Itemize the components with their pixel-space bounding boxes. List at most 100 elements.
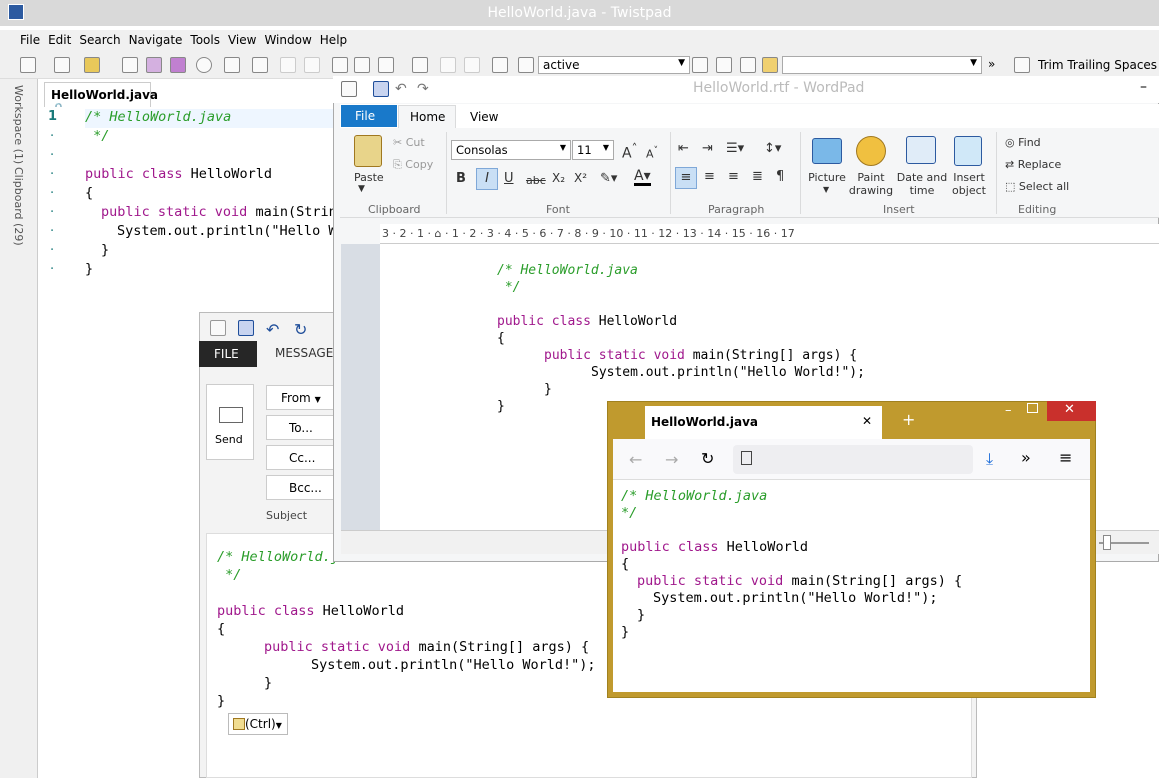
save-icon[interactable]	[373, 81, 389, 97]
font-family-select[interactable]: Consolas ▼	[451, 140, 571, 160]
save-as-icon[interactable]	[146, 57, 162, 73]
shrink-font-icon[interactable]: A˅	[646, 144, 658, 161]
close-window-button[interactable]: ✕	[1047, 401, 1096, 421]
paint-palette-icon[interactable]	[856, 136, 886, 166]
cut-icon[interactable]	[332, 57, 348, 73]
menu-navigate[interactable]: Navigate	[125, 30, 187, 47]
undo-icon[interactable]: ↶	[395, 81, 411, 97]
to-button[interactable]: To...	[266, 415, 334, 440]
new-file-icon[interactable]	[20, 57, 36, 73]
cc-button[interactable]: Cc...	[266, 445, 334, 470]
font-color-icon[interactable]: A▾	[634, 169, 651, 186]
bold-icon[interactable]: B	[456, 172, 466, 185]
font-size-select[interactable]: 11 ▼	[572, 140, 614, 160]
highlight-icon[interactable]	[762, 57, 778, 73]
highlight-color-icon[interactable]: ✎▾	[600, 172, 617, 185]
justify-icon[interactable]: ≣	[752, 170, 763, 183]
replace-button[interactable]: ⇄ Replace	[1005, 158, 1061, 171]
send-button[interactable]: Send	[206, 384, 254, 460]
address-bar[interactable]	[733, 445, 973, 474]
search-combo[interactable]: active ▼	[538, 56, 690, 74]
cut-button[interactable]: ✂ Cut	[393, 136, 425, 149]
align-center-icon[interactable]: ≡	[704, 170, 715, 183]
redo-icon[interactable]: ↻	[294, 320, 310, 339]
redo-icon[interactable]: ↷	[417, 81, 433, 97]
outdent-icon[interactable]	[464, 57, 480, 73]
wordpad-ruler[interactable]: 3 · 2 · 1 · ⌂ · 1 · 2 · 3 · 4 · 5 · 6 · …	[380, 224, 1159, 244]
new-tab-button[interactable]: +	[902, 410, 915, 429]
find-button[interactable]: ◎ Find	[1005, 136, 1041, 149]
mark-icon[interactable]	[740, 57, 756, 73]
wordpad-home-tab[interactable]: Home	[398, 105, 456, 128]
reload-icon[interactable]: ↻	[701, 449, 714, 468]
underline-icon[interactable]: U	[504, 172, 514, 185]
notes-icon[interactable]	[54, 57, 70, 73]
menu-window[interactable]: Window	[260, 30, 315, 47]
italic-icon[interactable]: I	[476, 168, 498, 190]
browser-tab[interactable]: HelloWorld.java ✕	[645, 406, 882, 439]
undo-icon[interactable]	[280, 57, 296, 73]
paint-drawing-label[interactable]: Paint drawing	[848, 171, 894, 197]
chevron-down-icon[interactable]: ▼	[823, 183, 829, 196]
trim-trailing-spaces-button[interactable]: Trim Trailing Spaces	[1038, 58, 1157, 72]
calendar-clock-icon[interactable]	[906, 136, 936, 164]
second-combo[interactable]: ▼	[782, 56, 982, 74]
spellcheck-icon[interactable]	[252, 57, 268, 73]
paste-icon[interactable]	[378, 57, 394, 73]
select-all-button[interactable]: ⬚ Select all	[1005, 180, 1069, 193]
close-tab-icon[interactable]: ✕	[862, 414, 872, 428]
superscript-icon[interactable]: X²	[574, 172, 587, 185]
save-icon[interactable]	[238, 320, 254, 336]
bullets-icon[interactable]: ☰▾	[726, 142, 744, 155]
insert-object-icon[interactable]	[954, 136, 982, 166]
chevron-down-icon[interactable]: ▼	[358, 183, 365, 196]
subscript-icon[interactable]: X₂	[552, 172, 565, 185]
save-icon[interactable]	[122, 57, 138, 73]
insert-object-label[interactable]: Insert object	[948, 171, 990, 197]
forward-icon[interactable]: →	[665, 450, 678, 469]
grow-font-icon[interactable]: A˄	[622, 142, 637, 161]
align-right-icon[interactable]: ≡	[728, 170, 739, 183]
wordpad-file-tab[interactable]: File	[341, 105, 397, 127]
align-left-icon[interactable]: ≡	[675, 167, 697, 189]
line-spacing-icon[interactable]: ↕▾	[764, 142, 781, 155]
print-icon[interactable]	[224, 57, 240, 73]
indent-icon[interactable]	[440, 57, 456, 73]
overflow-chevron-icon[interactable]: »	[1021, 448, 1031, 467]
menu-tools[interactable]: Tools	[186, 30, 224, 47]
menu-help[interactable]: Help	[316, 30, 351, 47]
paste-special-icon[interactable]	[412, 57, 428, 73]
copy-button[interactable]: ⎘ Copy	[393, 158, 433, 171]
maximize-icon[interactable]	[1027, 403, 1038, 413]
download-icon[interactable]: ⤓	[986, 449, 993, 469]
increase-indent-icon[interactable]: ⇥	[702, 142, 713, 155]
paste-icon[interactable]	[354, 135, 382, 167]
date-time-label[interactable]: Date and time	[896, 171, 948, 197]
open-folder-icon[interactable]	[84, 57, 100, 73]
reload-icon[interactable]	[196, 57, 212, 73]
bcc-button[interactable]: Bcc...	[266, 475, 334, 500]
find-next-icon[interactable]	[692, 57, 708, 73]
trim-icon[interactable]	[1014, 57, 1030, 73]
menu-view[interactable]: View	[224, 30, 260, 47]
outlook-file-tab[interactable]: FILE	[199, 341, 257, 367]
menu-icon[interactable]: ≡	[1059, 448, 1072, 467]
replace-icon[interactable]	[492, 57, 508, 73]
outlook-message-tab[interactable]: MESSAGE	[275, 346, 333, 360]
find-prev-icon[interactable]	[716, 57, 732, 73]
menu-search[interactable]: Search	[75, 30, 124, 47]
decrease-indent-icon[interactable]: ⇤	[678, 142, 689, 155]
menu-edit[interactable]: Edit	[44, 30, 75, 47]
back-icon[interactable]: ←	[629, 450, 642, 469]
menu-file[interactable]: File	[16, 30, 44, 47]
picture-icon[interactable]	[812, 138, 842, 164]
twistpad-editor[interactable]: 1 · · · · · · · · /* HelloWorld.java */ …	[40, 107, 340, 297]
from-button[interactable]: From ▼	[266, 385, 334, 410]
copy-icon[interactable]	[354, 57, 370, 73]
save-all-icon[interactable]	[170, 57, 186, 73]
minimize-icon[interactable]: –	[1005, 403, 1012, 418]
paragraph-icon[interactable]: ¶	[776, 170, 784, 183]
minimize-icon[interactable]: –	[1140, 79, 1147, 95]
redo-icon[interactable]	[304, 57, 320, 73]
undo-icon[interactable]: ↶	[266, 320, 282, 339]
